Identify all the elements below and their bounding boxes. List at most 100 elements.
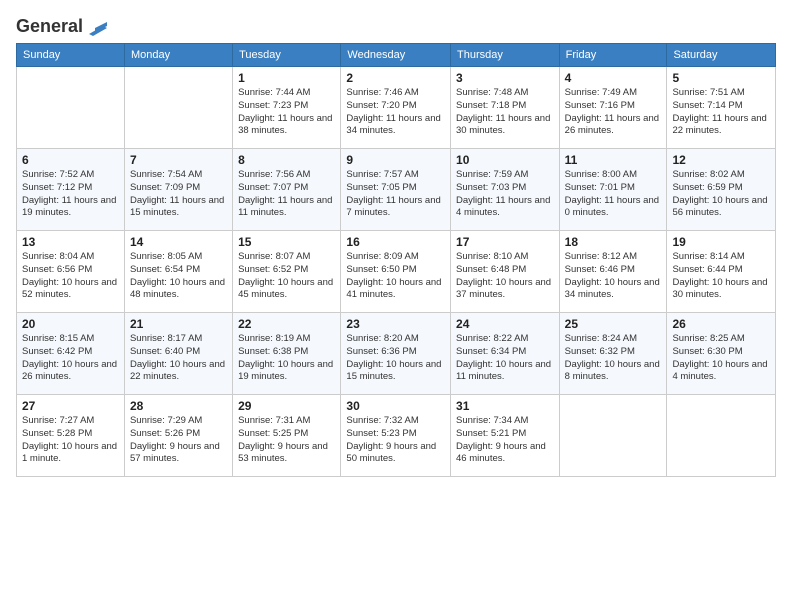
calendar-cell: 9 Sunrise: 7:57 AM Sunset: 7:05 PM Daylig…: [341, 149, 451, 231]
day-info: Sunrise: 8:09 AM Sunset: 6:50 PM Dayligh…: [346, 251, 445, 302]
calendar-cell: [124, 67, 232, 149]
day-info: Sunrise: 8:24 AM Sunset: 6:32 PM Dayligh…: [565, 333, 662, 384]
day-number: 1: [238, 71, 335, 85]
calendar-cell: 17 Sunrise: 8:10 AM Sunset: 6:48 PM Dayli…: [451, 231, 560, 313]
calendar-cell: 20 Sunrise: 8:15 AM Sunset: 6:42 PM Dayli…: [17, 313, 125, 395]
calendar-cell: 19 Sunrise: 8:14 AM Sunset: 6:44 PM Dayli…: [667, 231, 776, 313]
calendar-cell: 5 Sunrise: 7:51 AM Sunset: 7:14 PM Daylig…: [667, 67, 776, 149]
week-row-1: 6 Sunrise: 7:52 AM Sunset: 7:12 PM Daylig…: [17, 149, 776, 231]
day-number: 28: [130, 399, 227, 413]
day-number: 21: [130, 317, 227, 331]
calendar-cell: [559, 395, 667, 477]
calendar-cell: 8Sunrise: 7:56 AM Sunset: 7:07 PM Daylig…: [233, 149, 341, 231]
week-row-3: 20 Sunrise: 8:15 AM Sunset: 6:42 PM Dayli…: [17, 313, 776, 395]
calendar-cell: 25 Sunrise: 8:24 AM Sunset: 6:32 PM Dayli…: [559, 313, 667, 395]
calendar-cell: 14Sunrise: 8:05 AM Sunset: 6:54 PM Dayli…: [124, 231, 232, 313]
day-number: 2: [346, 71, 445, 85]
day-number: 19: [672, 235, 770, 249]
day-info: Sunrise: 7:27 AM Sunset: 5:28 PM Dayligh…: [22, 415, 119, 466]
calendar-cell: 13 Sunrise: 8:04 AM Sunset: 6:56 PM Dayli…: [17, 231, 125, 313]
week-row-2: 13 Sunrise: 8:04 AM Sunset: 6:56 PM Dayli…: [17, 231, 776, 313]
page: General SundayMondayTuesdayWednesdayThur…: [0, 0, 792, 612]
weekday-header-thursday: Thursday: [451, 44, 560, 67]
weekday-header-friday: Friday: [559, 44, 667, 67]
calendar-cell: 29 Sunrise: 7:31 AM Sunset: 5:25 PM Dayli…: [233, 395, 341, 477]
logo-icon: [85, 18, 107, 36]
logo: General: [16, 16, 107, 33]
calendar-cell: 3 Sunrise: 7:48 AM Sunset: 7:18 PM Daylig…: [451, 67, 560, 149]
calendar-cell: 18 Sunrise: 8:12 AM Sunset: 6:46 PM Dayli…: [559, 231, 667, 313]
day-number: 5: [672, 71, 770, 85]
day-info: Sunrise: 8:02 AM Sunset: 6:59 PM Dayligh…: [672, 169, 770, 220]
calendar-cell: 22 Sunrise: 8:19 AM Sunset: 6:38 PM Dayli…: [233, 313, 341, 395]
day-number: 20: [22, 317, 119, 331]
day-info: Sunrise: 8:25 AM Sunset: 6:30 PM Dayligh…: [672, 333, 770, 384]
weekday-header-monday: Monday: [124, 44, 232, 67]
week-row-0: 1Sunrise: 7:44 AM Sunset: 7:23 PM Daylig…: [17, 67, 776, 149]
day-info: Sunrise: 8:00 AM Sunset: 7:01 PM Dayligh…: [565, 169, 662, 220]
day-info: Sunrise: 7:31 AM Sunset: 5:25 PM Dayligh…: [238, 415, 335, 466]
day-info: Sunrise: 8:12 AM Sunset: 6:46 PM Dayligh…: [565, 251, 662, 302]
day-number: 27: [22, 399, 119, 413]
day-number: 18: [565, 235, 662, 249]
calendar-cell: 6 Sunrise: 7:52 AM Sunset: 7:12 PM Daylig…: [17, 149, 125, 231]
day-number: 16: [346, 235, 445, 249]
day-info: Sunrise: 7:49 AM Sunset: 7:16 PM Dayligh…: [565, 87, 662, 138]
calendar-cell: 15 Sunrise: 8:07 AM Sunset: 6:52 PM Dayli…: [233, 231, 341, 313]
weekday-header-wednesday: Wednesday: [341, 44, 451, 67]
day-number: 29: [238, 399, 335, 413]
day-info: Sunrise: 8:20 AM Sunset: 6:36 PM Dayligh…: [346, 333, 445, 384]
day-info: Sunrise: 7:52 AM Sunset: 7:12 PM Dayligh…: [22, 169, 119, 220]
day-number: 9: [346, 153, 445, 167]
day-info: Sunrise: 8:07 AM Sunset: 6:52 PM Dayligh…: [238, 251, 335, 302]
calendar-cell: 11 Sunrise: 8:00 AM Sunset: 7:01 PM Dayli…: [559, 149, 667, 231]
day-number: 11: [565, 153, 662, 167]
day-info: Sunrise: 8:04 AM Sunset: 6:56 PM Dayligh…: [22, 251, 119, 302]
calendar-cell: 27 Sunrise: 7:27 AM Sunset: 5:28 PM Dayli…: [17, 395, 125, 477]
day-number: 13: [22, 235, 119, 249]
day-info: Sunrise: 7:59 AM Sunset: 7:03 PM Dayligh…: [456, 169, 554, 220]
day-number: 3: [456, 71, 554, 85]
day-info: Sunrise: 8:14 AM Sunset: 6:44 PM Dayligh…: [672, 251, 770, 302]
weekday-header-row: SundayMondayTuesdayWednesdayThursdayFrid…: [17, 44, 776, 67]
day-number: 30: [346, 399, 445, 413]
day-info: Sunrise: 7:57 AM Sunset: 7:05 PM Dayligh…: [346, 169, 445, 220]
weekday-header-tuesday: Tuesday: [233, 44, 341, 67]
day-info: Sunrise: 8:10 AM Sunset: 6:48 PM Dayligh…: [456, 251, 554, 302]
calendar-cell: 26 Sunrise: 8:25 AM Sunset: 6:30 PM Dayli…: [667, 313, 776, 395]
calendar-cell: [17, 67, 125, 149]
day-info: Sunrise: 8:05 AM Sunset: 6:54 PM Dayligh…: [130, 251, 227, 302]
day-number: 22: [238, 317, 335, 331]
day-info: Sunrise: 7:29 AM Sunset: 5:26 PM Dayligh…: [130, 415, 227, 466]
weekday-header-sunday: Sunday: [17, 44, 125, 67]
day-number: 6: [22, 153, 119, 167]
day-info: Sunrise: 7:48 AM Sunset: 7:18 PM Dayligh…: [456, 87, 554, 138]
day-number: 24: [456, 317, 554, 331]
logo-general: General: [16, 16, 83, 37]
calendar-cell: 12Sunrise: 8:02 AM Sunset: 6:59 PM Dayli…: [667, 149, 776, 231]
day-info: Sunrise: 8:19 AM Sunset: 6:38 PM Dayligh…: [238, 333, 335, 384]
day-info: Sunrise: 7:51 AM Sunset: 7:14 PM Dayligh…: [672, 87, 770, 138]
day-info: Sunrise: 8:15 AM Sunset: 6:42 PM Dayligh…: [22, 333, 119, 384]
day-info: Sunrise: 7:32 AM Sunset: 5:23 PM Dayligh…: [346, 415, 445, 466]
day-number: 10: [456, 153, 554, 167]
calendar-cell: 16 Sunrise: 8:09 AM Sunset: 6:50 PM Dayli…: [341, 231, 451, 313]
calendar-cell: 2Sunrise: 7:46 AM Sunset: 7:20 PM Daylig…: [341, 67, 451, 149]
day-number: 23: [346, 317, 445, 331]
calendar-table: SundayMondayTuesdayWednesdayThursdayFrid…: [16, 43, 776, 477]
day-info: Sunrise: 7:34 AM Sunset: 5:21 PM Dayligh…: [456, 415, 554, 466]
day-number: 26: [672, 317, 770, 331]
calendar-cell: 4 Sunrise: 7:49 AM Sunset: 7:16 PM Daylig…: [559, 67, 667, 149]
calendar-cell: [667, 395, 776, 477]
day-info: Sunrise: 8:22 AM Sunset: 6:34 PM Dayligh…: [456, 333, 554, 384]
day-number: 4: [565, 71, 662, 85]
day-number: 17: [456, 235, 554, 249]
day-number: 25: [565, 317, 662, 331]
calendar-cell: 21 Sunrise: 8:17 AM Sunset: 6:40 PM Dayli…: [124, 313, 232, 395]
calendar-cell: 28 Sunrise: 7:29 AM Sunset: 5:26 PM Dayli…: [124, 395, 232, 477]
day-info: Sunrise: 8:17 AM Sunset: 6:40 PM Dayligh…: [130, 333, 227, 384]
calendar-cell: 23 Sunrise: 8:20 AM Sunset: 6:36 PM Dayli…: [341, 313, 451, 395]
day-info: Sunrise: 7:54 AM Sunset: 7:09 PM Dayligh…: [130, 169, 227, 220]
week-row-4: 27 Sunrise: 7:27 AM Sunset: 5:28 PM Dayli…: [17, 395, 776, 477]
day-number: 15: [238, 235, 335, 249]
